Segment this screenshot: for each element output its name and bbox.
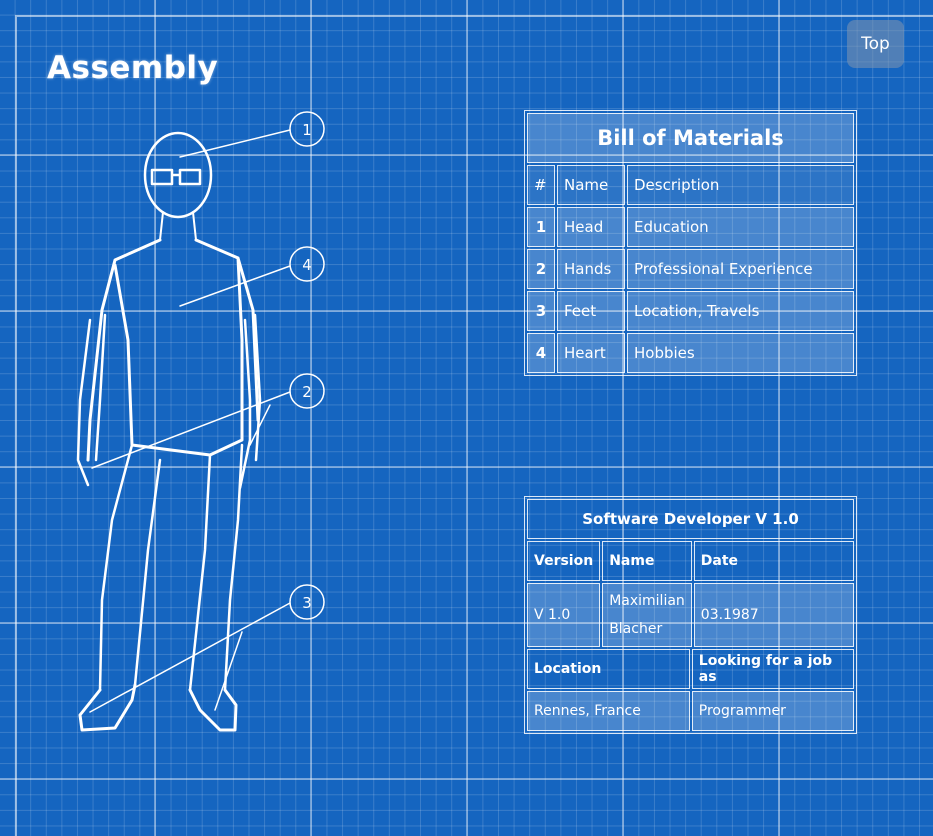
callout-2-label: 2 [302,383,312,401]
legs-outline [98,443,244,692]
title-block-heading: Software Developer V 1.0 [527,499,854,539]
bom-row-num: 3 [527,291,555,331]
bom-row-num: 1 [527,207,555,247]
bom-header-description: Description [627,165,854,205]
bom-row-description: Education [627,207,854,247]
bom-row: 1 Head Education [527,207,854,247]
callout-1-label: 1 [302,121,312,139]
name-first: Maximilian [609,593,685,609]
callout-1-leader [179,129,291,158]
location-value: Rennes, France [527,691,690,731]
callout-2-leader [91,391,291,469]
name-last: Blacher [609,621,663,637]
bom-header-num: # [527,165,555,205]
callout-3-label: 3 [302,594,312,612]
bom-row-num: 2 [527,249,555,289]
name-value: Maximilian Blacher [602,583,692,647]
page-title: Assembly [47,50,219,86]
callout-3-leader [89,602,291,713]
person-blueprint-figure: 1 4 2 3 [76,111,325,732]
right-shoe [188,688,238,732]
shirt-outline [86,238,260,462]
location-label: Location [527,649,690,689]
glasses [150,168,202,186]
bom-row-description: Location, Travels [627,291,854,331]
bom-row-description: Hobbies [627,333,854,373]
top-button[interactable]: Top [847,20,904,68]
bom-row-name: Feet [557,291,625,331]
bom-row-description: Professional Experience [627,249,854,289]
callout-4-leader [179,265,291,307]
bom-row: 3 Feet Location, Travels [527,291,854,331]
bom-row: 4 Heart Hobbies [527,333,854,373]
bom-row-name: Hands [557,249,625,289]
bom-row-name: Heart [557,333,625,373]
title-block-table: Software Developer V 1.0 Version Name Da… [524,496,857,734]
callout-4-label: 4 [302,256,312,274]
bom-row-name: Head [557,207,625,247]
name-label: Name [602,541,692,581]
bom-row-num: 4 [527,333,555,373]
bom-header-name: Name [557,165,625,205]
version-value: V 1.0 [527,583,601,647]
date-value: 03.1987 [693,583,854,647]
job-label: Looking for a job as [691,649,854,689]
bill-of-materials-table: Bill of Materials # Name Description 1 H… [524,110,857,376]
job-value: Programmer [691,691,854,731]
bom-title: Bill of Materials [527,113,854,163]
date-label: Date [693,541,854,581]
version-label: Version [527,541,601,581]
bom-row: 2 Hands Professional Experience [527,249,854,289]
